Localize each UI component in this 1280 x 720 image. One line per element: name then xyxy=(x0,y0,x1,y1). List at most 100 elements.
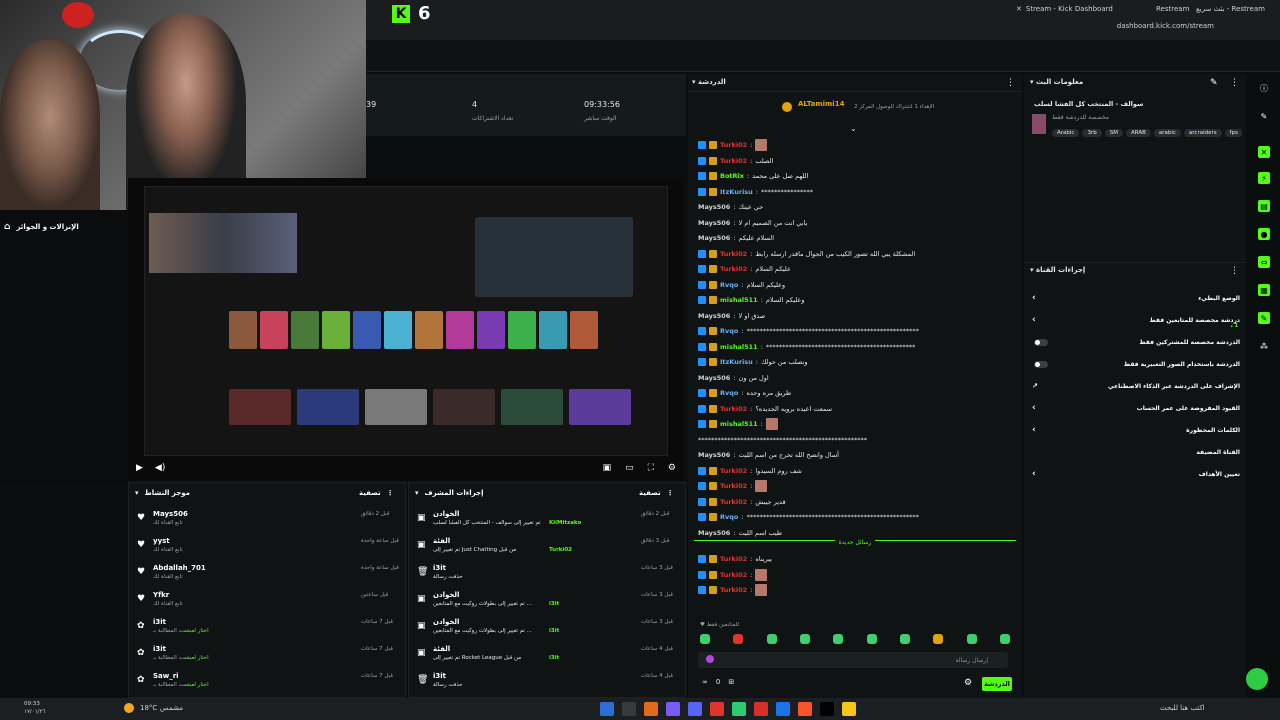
setting-toggle[interactable] xyxy=(1034,360,1048,368)
chat-username[interactable]: mishal511 xyxy=(720,420,758,428)
external-link-icon[interactable]: ↗ xyxy=(1032,382,1038,390)
channel-setting-row[interactable]: القناة المضيفة xyxy=(1030,442,1240,462)
chat-username[interactable]: ItzKurisu xyxy=(720,358,753,366)
channel-setting-row[interactable]: الوضع البطيء › xyxy=(1030,288,1240,308)
support-button[interactable] xyxy=(1246,668,1268,690)
chevron-down-icon[interactable]: ⌄ xyxy=(850,124,857,133)
chat-message[interactable]: Turki02: يبريناه xyxy=(698,552,1014,566)
chat-username[interactable]: Rvqo xyxy=(720,513,738,521)
activity-row[interactable]: ♥ Abdallah_701 تابع القناة لك قبل ساعة واحد… xyxy=(129,561,405,587)
emote-icon[interactable] xyxy=(933,634,944,644)
activity-row[interactable]: ♥ Yfkr تابع القناة لك قبل ساعتين xyxy=(129,588,405,614)
chat-username[interactable]: Turki02 xyxy=(720,571,747,579)
stream-tag[interactable]: Arabic xyxy=(1052,129,1080,137)
chat-message[interactable]: Turki02: xyxy=(698,479,1014,493)
clipboard-icon[interactable]: ▤ xyxy=(1258,200,1270,212)
chat-message[interactable]: Turki02: xyxy=(698,138,1014,152)
chevron-down-icon[interactable]: ▾ xyxy=(135,489,139,497)
emote-icon[interactable] xyxy=(866,634,877,644)
chat-username[interactable]: Mays506 xyxy=(698,203,730,211)
activity-user[interactable]: i3it xyxy=(153,618,166,626)
chat-message[interactable]: BotRix: اللهم صل على محمد xyxy=(698,169,1014,183)
chat-username[interactable]: Rvqo xyxy=(720,327,738,335)
activity-user[interactable]: Abdallah_701 xyxy=(153,564,206,572)
activity-row[interactable]: ♥ Mays506 تابع القناة لك قبل 2 دقائق xyxy=(129,507,405,533)
app-icon[interactable] xyxy=(644,702,658,716)
channel-setting-row[interactable]: دردشة مخصصة للمتابعين فقط 1 د › xyxy=(1030,310,1240,330)
mod-action-by[interactable]: Turki02 xyxy=(549,547,572,553)
mod-action-by[interactable]: i3it xyxy=(549,601,559,607)
address-bar[interactable]: dashboard.kick.com/stream xyxy=(1117,22,1214,30)
more-icon[interactable]: ⋮ xyxy=(1230,266,1239,276)
stream-tag[interactable]: fps xyxy=(1224,129,1242,137)
theater-icon[interactable]: ▭ xyxy=(625,463,634,473)
mod-action-row[interactable]: 🗑 i3it حذفت رسالة قبل 3 ساعات xyxy=(409,561,685,587)
chat-username[interactable]: Turki02 xyxy=(720,482,747,490)
app-icon[interactable] xyxy=(710,702,724,716)
chat-message[interactable]: ItzKurisu: **************** xyxy=(698,185,1014,199)
chat-message[interactable]: Turki02: سمعت اعيده برويه الجديده؟ xyxy=(698,402,1014,416)
chat-username[interactable]: Turki02 xyxy=(720,250,747,258)
taskbar-search[interactable]: اكتب هنا للبحث xyxy=(1160,704,1205,712)
chevron-right-icon[interactable]: › xyxy=(1032,425,1036,435)
layout-icon[interactable]: ▦ xyxy=(1258,284,1270,296)
chat-message[interactable]: Rvqo: ***********************************… xyxy=(698,324,1014,338)
lightning-icon[interactable]: ⚡ xyxy=(1258,172,1270,184)
emote-icon[interactable] xyxy=(766,634,777,644)
chat-username[interactable]: Turki02 xyxy=(720,157,747,165)
chat-message[interactable]: Turki02: شف روم السيدوا xyxy=(698,464,1014,478)
edit-icon[interactable]: ✎ xyxy=(1210,78,1218,88)
emote-icon[interactable] xyxy=(799,634,810,644)
chat-username[interactable]: Turki02 xyxy=(720,498,747,506)
chat-message[interactable]: Mays506: طيب اسم الليت xyxy=(698,526,1014,540)
chat-message[interactable]: ItzKurisu: ونصلب من حولك xyxy=(698,355,1014,369)
mod-action-by[interactable]: i3it xyxy=(549,655,559,661)
chat-message[interactable]: Turki02: xyxy=(698,568,1014,582)
chat-message[interactable]: Turki02: عليكم السلام xyxy=(698,262,1014,276)
chat-message[interactable]: Rvqo: طريق مره وحده xyxy=(698,386,1014,400)
tab-kick-dashboard[interactable]: ✕ Stream - Kick Dashboard xyxy=(1016,2,1113,16)
link-icon[interactable]: ⇔ xyxy=(1258,256,1270,268)
mod-action-row[interactable]: ▣ الفئة تم تغيير إلى Just Chatting من قبل T… xyxy=(409,534,685,560)
chat-message[interactable]: Mays506: اول من ون xyxy=(698,371,1014,385)
pen-icon[interactable]: ✎ xyxy=(1258,110,1270,122)
settings-icon[interactable]: ⚙ xyxy=(668,463,676,473)
chat-message[interactable]: Turki02: المشكلة يبي الله تصور الكيب من ا… xyxy=(698,247,1014,261)
channel-setting-row[interactable]: الدردشة مخصصة للمشتركين فقط xyxy=(1030,332,1240,352)
activity-row[interactable]: ✿ i3it تمت المطالبة بـ اختار لعبه قبل 7 ساعا… xyxy=(129,642,405,668)
stream-tag[interactable]: arcraiders xyxy=(1183,129,1222,137)
chat-message[interactable]: Mays506: صدق او لا xyxy=(698,309,1014,323)
more-icon[interactable]: ⋮ xyxy=(387,489,394,497)
chat-username[interactable]: Turki02 xyxy=(720,265,747,273)
gift-icon[interactable]: ⌂ xyxy=(4,222,10,232)
mod-actions-filter[interactable]: تصفية ⋮ xyxy=(639,489,674,497)
chat-username[interactable]: Turki02 xyxy=(720,586,747,594)
gift-icon[interactable]: ⊞ xyxy=(728,678,734,686)
chevron-right-icon[interactable]: › xyxy=(1032,315,1036,325)
chat-message[interactable]: Rvqo: وعليكم السلام xyxy=(698,278,1014,292)
emote-icon[interactable] xyxy=(899,634,910,644)
chat-username[interactable]: BotRix xyxy=(720,172,744,180)
app-icon[interactable] xyxy=(732,702,746,716)
stream-tag[interactable]: ARAB xyxy=(1125,129,1151,137)
users-icon[interactable]: ∞ xyxy=(702,678,708,686)
chat-message[interactable]: ****************************************… xyxy=(698,433,1014,447)
stream-tag[interactable]: 3rb xyxy=(1082,129,1102,137)
activity-user[interactable]: Saw_ri xyxy=(153,672,179,680)
app-icon[interactable] xyxy=(820,702,834,716)
channel-setting-row[interactable]: القيود المفروضة على عمر الحساب › xyxy=(1030,398,1240,418)
info-icon[interactable]: ⓘ xyxy=(1258,82,1270,94)
activity-user[interactable]: Yfkr xyxy=(153,591,169,599)
chat-username[interactable]: Mays506 xyxy=(698,219,730,227)
chat-message[interactable]: Mays506: أسال وانصح الله تخرج من اسم اللي… xyxy=(698,448,1014,462)
tab-restream-search[interactable]: بثث سريع - Restream xyxy=(1196,2,1265,16)
activity-filter[interactable]: تصفية ⋮ xyxy=(359,489,394,497)
app-icon[interactable] xyxy=(688,702,702,716)
emote-icon[interactable] xyxy=(733,634,744,644)
chat-message[interactable]: Mays506: حي عينك xyxy=(698,200,1014,214)
chat-message[interactable]: mishal511: ******************************… xyxy=(698,340,1014,354)
app-icon[interactable] xyxy=(754,702,768,716)
new-messages-divider[interactable]: رسائل جديدة xyxy=(694,539,1016,552)
channel-setting-row[interactable]: تعيين الأهداف › xyxy=(1030,464,1240,484)
channel-setting-row[interactable]: الكلمات المحظورة › xyxy=(1030,420,1240,440)
